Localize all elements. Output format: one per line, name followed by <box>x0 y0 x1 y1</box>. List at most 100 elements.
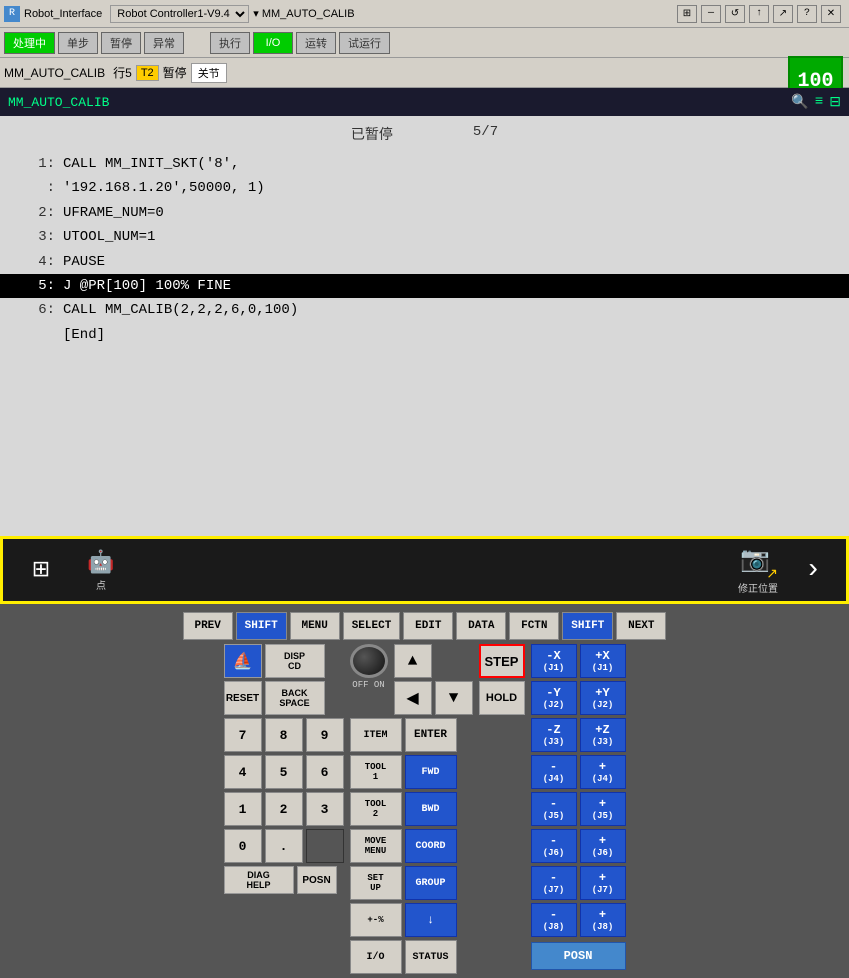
key-menu[interactable]: MENU <box>290 612 340 640</box>
key-1[interactable]: 1 <box>224 792 262 826</box>
toolbar-up-btn[interactable]: ↑ <box>749 5 769 23</box>
key-coord[interactable]: COORD <box>405 829 457 863</box>
kb-row-disp: ⛵ DISPCD <box>224 644 344 678</box>
key-tool1[interactable]: TOOL1 <box>350 755 402 789</box>
key-2[interactable]: 2 <box>265 792 303 826</box>
key-4[interactable]: 4 <box>224 755 262 789</box>
code-line-2[interactable]: 2: UFRAME_NUM=0 <box>0 201 849 225</box>
toolbar-dash-btn[interactable]: — <box>701 5 721 23</box>
key-arrow-down[interactable]: ▼ <box>435 681 473 715</box>
toolbar-grid-button[interactable]: ⊞ <box>11 541 71 599</box>
key-io-bottom[interactable]: I/O <box>350 940 402 974</box>
toolbar-help-btn[interactable]: ? <box>797 5 817 23</box>
key-8[interactable]: 8 <box>265 718 303 752</box>
code-content-3: UTOOL_NUM=1 <box>63 226 829 248</box>
key-arrow-down2[interactable]: ↓ <box>405 903 457 937</box>
status-singlestep[interactable]: 单步 <box>58 32 98 54</box>
key-pm-pct[interactable]: +-% <box>350 903 402 937</box>
status-pause[interactable]: 暂停 <box>101 32 141 54</box>
key-edit[interactable]: EDIT <box>403 612 453 640</box>
key-reset[interactable]: RESET <box>224 681 262 715</box>
toolbar-rotate-btn[interactable]: ↺ <box>725 5 745 23</box>
key-data[interactable]: DATA <box>456 612 506 640</box>
status-io[interactable]: I/O <box>253 32 293 54</box>
key-dot[interactable]: . <box>265 829 303 863</box>
key-hold[interactable]: HOLD <box>479 681 525 715</box>
key-backspace[interactable]: BACKSPACE <box>265 681 325 715</box>
toolbar-camera-button[interactable]: 📷 ↗ 修正位置 <box>728 541 788 599</box>
key-fwd[interactable]: FWD <box>405 755 457 789</box>
key-next[interactable]: NEXT <box>616 612 666 640</box>
key-item[interactable]: ITEM <box>350 718 402 752</box>
key-enter[interactable]: ENTER <box>405 718 457 752</box>
key-minus-j4[interactable]: - (J4) <box>531 755 577 789</box>
key-tool2[interactable]: TOOL2 <box>350 792 402 826</box>
key-move-menu[interactable]: MOVEMENU <box>350 829 402 863</box>
key-shift-right[interactable]: SHIFT <box>562 612 613 640</box>
key-select[interactable]: SELECT <box>343 612 401 640</box>
line-num-1: 1: <box>20 153 55 175</box>
key-0[interactable]: 0 <box>224 829 262 863</box>
controller-select[interactable]: Robot Controller1-V9.4 <box>110 5 249 23</box>
key-9[interactable]: 9 <box>306 718 344 752</box>
status-error[interactable]: 异常 <box>144 32 184 54</box>
key-minus-j3[interactable]: -Z (J3) <box>531 718 577 752</box>
key-setup[interactable]: SETUP <box>350 866 402 900</box>
status-processing[interactable]: 处理中 <box>4 32 55 54</box>
key-disp-cd[interactable]: DISPCD <box>265 644 325 678</box>
key-minus-j1[interactable]: -X (J1) <box>531 644 577 678</box>
key-plus-j8[interactable]: + (J8) <box>580 903 626 937</box>
toolbar-arrow-btn[interactable]: ↗ <box>773 5 793 23</box>
key-plus-j2[interactable]: +Y (J2) <box>580 681 626 715</box>
key-7[interactable]: 7 <box>224 718 262 752</box>
code-content-5: J @PR[100] 100% FINE <box>63 275 829 297</box>
key-arrow-up[interactable]: ▲ <box>394 644 432 678</box>
key-minus-j7[interactable]: - (J7) <box>531 866 577 900</box>
zoom-icon[interactable]: 🔍 <box>791 94 808 111</box>
key-3[interactable]: 3 <box>306 792 344 826</box>
status-run[interactable]: 运转 <box>296 32 336 54</box>
key-fctn[interactable]: FCTN <box>509 612 559 640</box>
key-plus-j4[interactable]: + (J4) <box>580 755 626 789</box>
status-trial[interactable]: 试运行 <box>339 32 390 54</box>
key-off-on[interactable] <box>350 644 388 678</box>
key-bwd[interactable]: BWD <box>405 792 457 826</box>
key-hyundai-logo[interactable]: ⛵ <box>224 644 262 678</box>
key-minus-j6[interactable]: - (J6) <box>531 829 577 863</box>
status-execute[interactable]: 执行 <box>210 32 250 54</box>
key-plus-j5[interactable]: + (J5) <box>580 792 626 826</box>
key-arrow-left[interactable]: ◀ <box>394 681 432 715</box>
key-status[interactable]: STATUS <box>405 940 457 974</box>
key-5[interactable]: 5 <box>265 755 303 789</box>
key-plus-j7[interactable]: + (J7) <box>580 866 626 900</box>
toolbar-next-arrow[interactable]: › <box>788 555 838 586</box>
toolbar-robot-button[interactable]: 🤖 点 <box>71 541 131 599</box>
code-line-1[interactable]: 1: CALL MM_INIT_SKT('8', <box>0 152 849 176</box>
key-prev[interactable]: PREV <box>183 612 233 640</box>
key-minus-j8[interactable]: - (J8) <box>531 903 577 937</box>
key-shift-left[interactable]: SHIFT <box>236 612 287 640</box>
key-plus-j6[interactable]: + (J6) <box>580 829 626 863</box>
split-icon[interactable]: ⊟ <box>829 94 841 111</box>
program-select[interactable]: ▾ MM_AUTO_CALIB <box>253 7 354 20</box>
app-name: Robot_Interface <box>24 8 102 20</box>
key-step[interactable]: STEP <box>479 644 525 678</box>
key-posn[interactable]: POSN <box>531 942 626 970</box>
menu-icon[interactable]: ≡ <box>815 94 823 111</box>
code-line-6[interactable]: 6: CALL MM_CALIB(2,2,2,6,0,100) <box>0 298 849 322</box>
code-line-4[interactable]: 4: PAUSE <box>0 250 849 274</box>
key-group[interactable]: GROUP <box>405 866 457 900</box>
code-line-1c[interactable]: : '192.168.1.20',50000, 1) <box>0 176 849 200</box>
toolbar-close-btn[interactable]: ✕ <box>821 5 841 23</box>
code-content-end: [End] <box>63 324 829 346</box>
key-6[interactable]: 6 <box>306 755 344 789</box>
code-line-3[interactable]: 3: UTOOL_NUM=1 <box>0 225 849 249</box>
key-plus-j3[interactable]: +Z (J3) <box>580 718 626 752</box>
key-diag-help[interactable]: DIAGHELP <box>224 866 294 894</box>
key-plus-j1[interactable]: +X (J1) <box>580 644 626 678</box>
key-minus-j2[interactable]: -Y (J2) <box>531 681 577 715</box>
key-posn-bottom[interactable]: POSN <box>297 866 337 894</box>
key-minus-j5[interactable]: - (J5) <box>531 792 577 826</box>
toolbar-grid-btn[interactable]: ⊞ <box>677 5 697 23</box>
code-line-5[interactable]: 5: J @PR[100] 100% FINE <box>0 274 849 298</box>
